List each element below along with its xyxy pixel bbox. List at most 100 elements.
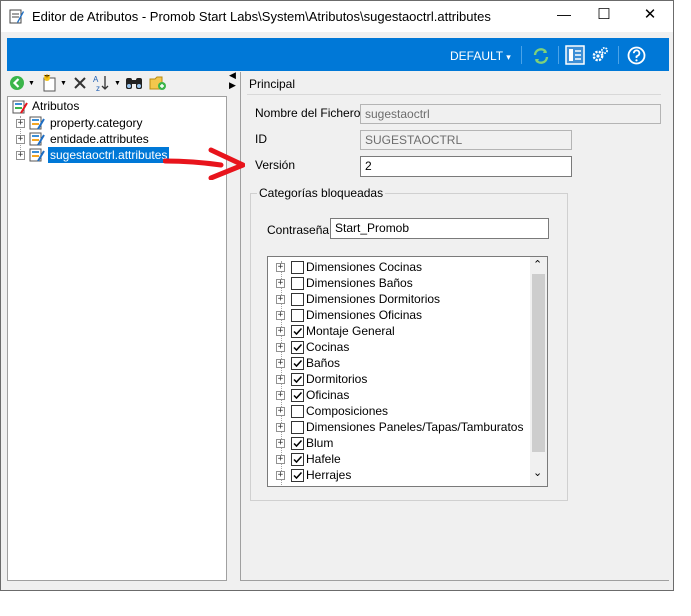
category-checkbox[interactable]	[291, 325, 304, 338]
category-checkbox[interactable]	[291, 421, 304, 434]
category-row[interactable]: + Oficinas	[276, 387, 526, 403]
category-row[interactable]: + Dimensiones Baños	[276, 275, 526, 291]
categories-list[interactable]: + Dimensiones Cocinas + Dimensiones Baños + D…	[267, 256, 548, 487]
maximize-button[interactable]: ☐	[581, 5, 627, 23]
category-row[interactable]: + Dormitorios	[276, 371, 526, 387]
help-icon[interactable]	[627, 46, 646, 65]
expand-icon[interactable]: +	[276, 391, 285, 400]
expand-icon[interactable]: +	[276, 471, 285, 480]
binoculars-icon[interactable]	[125, 75, 143, 91]
new-item-icon[interactable]	[41, 74, 59, 92]
category-label: Dormitorios	[306, 372, 368, 386]
profile-dropdown[interactable]: DEFAULT ▾	[450, 49, 511, 63]
id-label: ID	[255, 132, 267, 146]
window-title: Editor de Atributos - Promob Start Labs\…	[32, 9, 491, 24]
main-toolbar: DEFAULT ▾	[7, 38, 669, 71]
category-checkbox[interactable]	[291, 437, 304, 450]
expand-icon[interactable]: +	[276, 359, 285, 368]
category-row[interactable]: + Blum	[276, 435, 526, 451]
chevron-down-icon: ▾	[506, 52, 511, 62]
category-checkbox[interactable]	[291, 389, 304, 402]
expand-icon[interactable]: +	[276, 343, 285, 352]
expand-icon[interactable]: +	[276, 279, 285, 288]
back-icon[interactable]	[9, 75, 25, 91]
checkmark-icon	[293, 327, 303, 336]
category-row[interactable]: + Composiciones	[276, 403, 526, 419]
category-row[interactable]: + Baños	[276, 355, 526, 371]
expand-icon[interactable]: +	[16, 135, 25, 144]
title-bar: Editor de Atributos - Promob Start Labs\…	[1, 1, 673, 32]
category-row[interactable]: + Cocinas	[276, 339, 526, 355]
tree-root-label[interactable]: Atributos	[32, 99, 79, 113]
expand-icon[interactable]: +	[276, 439, 285, 448]
category-checkbox[interactable]	[291, 261, 304, 274]
svg-text:z: z	[96, 84, 100, 92]
attributes-file-icon	[29, 131, 45, 147]
expand-icon[interactable]: +	[276, 423, 285, 432]
chevron-down-icon[interactable]: ▼	[28, 80, 36, 88]
category-checkbox[interactable]	[291, 469, 304, 482]
category-checkbox[interactable]	[291, 405, 304, 418]
tree-item[interactable]: + property.category	[16, 115, 216, 132]
checkmark-icon	[293, 343, 303, 352]
category-label: Oficinas	[306, 388, 350, 402]
sort-icon[interactable]: Az	[93, 74, 111, 93]
chevron-down-icon[interactable]: ▼	[114, 80, 122, 88]
category-checkbox[interactable]	[291, 453, 304, 466]
category-label: Montaje General	[306, 324, 395, 338]
properties-panel: Principal Nombre del Fichero sugestaoctr…	[240, 72, 669, 581]
category-checkbox[interactable]	[291, 277, 304, 290]
category-row[interactable]: + Dimensiones Cocinas	[276, 259, 526, 275]
category-checkbox[interactable]	[291, 309, 304, 322]
delete-icon[interactable]	[72, 75, 88, 91]
category-row[interactable]: + Herrajes	[276, 467, 526, 483]
category-checkbox[interactable]	[291, 357, 304, 370]
expand-icon[interactable]: +	[276, 295, 285, 304]
tree-item-label: property.category	[50, 116, 143, 130]
toolbar-separator	[521, 46, 522, 64]
checkmark-icon	[293, 455, 303, 464]
expand-icon[interactable]: +	[276, 455, 285, 464]
scroll-up-icon[interactable]: ⌃	[533, 258, 542, 271]
checkmark-icon	[293, 471, 303, 480]
tree-root-icon	[12, 99, 28, 115]
svg-text:A: A	[93, 75, 99, 84]
id-field[interactable]: SUGESTAOCTRL	[360, 130, 572, 150]
category-row[interactable]: + Montaje General	[276, 323, 526, 339]
header-divider	[247, 94, 661, 95]
folder-icon[interactable]	[149, 74, 167, 92]
scrollbar[interactable]: ⌃ ⌄	[530, 257, 547, 486]
chevron-down-icon[interactable]: ▼	[60, 80, 68, 88]
expand-icon[interactable]: +	[276, 407, 285, 416]
expand-icon[interactable]: +	[276, 375, 285, 384]
gear-icon[interactable]	[591, 46, 609, 64]
close-button[interactable]: ✕	[627, 5, 673, 23]
layout-icon[interactable]	[565, 45, 585, 65]
category-row[interactable]: + Dimensiones Paneles/Tapas/Tamburatos	[276, 419, 526, 435]
attributes-file-icon	[29, 115, 45, 131]
expand-icon[interactable]: +	[16, 151, 25, 160]
splitter-expand-arrow[interactable]: ▶	[229, 80, 236, 91]
category-row[interactable]: + Dimensiones Dormitorios	[276, 291, 526, 307]
red-arrow-annotation	[162, 146, 246, 181]
expand-icon[interactable]: +	[276, 311, 285, 320]
expand-icon[interactable]: +	[276, 327, 285, 336]
category-row[interactable]: + Hafele	[276, 451, 526, 467]
category-checkbox[interactable]	[291, 341, 304, 354]
category-checkbox[interactable]	[291, 373, 304, 386]
category-label: Herrajes	[306, 468, 352, 482]
group-title: Categorías bloqueadas	[257, 186, 386, 200]
refresh-icon[interactable]	[532, 47, 550, 65]
scroll-down-icon[interactable]: ⌄	[533, 466, 542, 479]
category-label: Dimensiones Baños	[306, 276, 413, 290]
password-field[interactable]: Start_Promob	[330, 218, 549, 239]
scrollbar-thumb[interactable]	[532, 274, 545, 452]
category-checkbox[interactable]	[291, 293, 304, 306]
filename-field[interactable]: sugestaoctrl	[360, 104, 661, 124]
category-label: Cocinas	[306, 340, 350, 354]
expand-icon[interactable]: +	[276, 263, 285, 272]
version-field[interactable]: 2	[360, 156, 572, 177]
category-row[interactable]: + Dimensiones Oficinas	[276, 307, 526, 323]
category-label: Baños	[306, 356, 341, 370]
expand-icon[interactable]: +	[16, 119, 25, 128]
